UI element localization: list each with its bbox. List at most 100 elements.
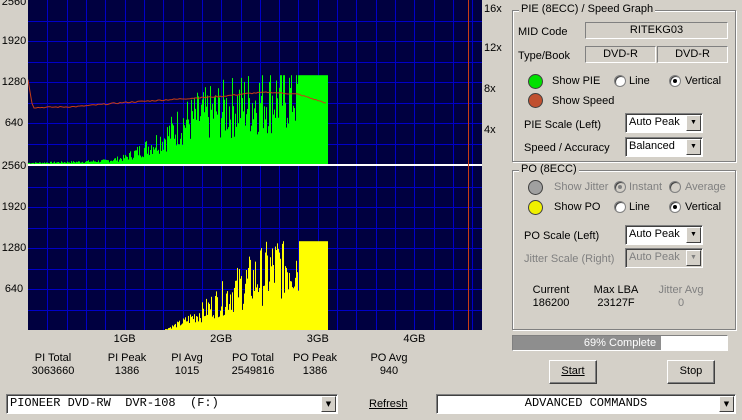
pie-bar xyxy=(247,108,248,164)
pie-bar xyxy=(111,160,112,164)
current-lba: Current 186200 xyxy=(516,284,586,310)
po-bar xyxy=(217,297,218,330)
pie-bar xyxy=(148,146,149,164)
po-bar xyxy=(243,303,244,330)
po-bar xyxy=(202,302,203,330)
pie-bar xyxy=(126,156,127,164)
pie-bar xyxy=(235,113,236,164)
po-bar xyxy=(197,316,198,330)
refresh-link[interactable]: Refresh xyxy=(369,398,408,410)
po-bar xyxy=(256,287,257,330)
po-vertical-radio[interactable] xyxy=(669,201,681,213)
pie-bar xyxy=(194,97,195,164)
po-bar xyxy=(224,314,225,330)
chevron-down-icon[interactable]: ▼ xyxy=(321,396,336,412)
pie-vertical-label: Vertical xyxy=(685,75,722,87)
po-bar xyxy=(212,316,213,330)
show-pie-label: Show PIE xyxy=(552,75,601,87)
po-bar xyxy=(258,292,259,330)
po-scale-select[interactable]: Auto Peak ▼ xyxy=(625,225,703,245)
pie-bar xyxy=(100,161,101,164)
po-vertical-label: Vertical xyxy=(685,201,722,213)
pie-bar xyxy=(141,157,142,164)
po-bar xyxy=(313,241,314,330)
disc-type-field: DVD-R xyxy=(585,46,656,63)
pie-bar xyxy=(104,159,105,164)
pie-bar xyxy=(313,75,314,164)
pie-bar xyxy=(261,95,262,164)
stop-button[interactable]: Stop xyxy=(667,360,715,384)
pie-bar xyxy=(167,127,168,164)
pie-bar xyxy=(102,159,103,164)
commands-select-value: ADVANCED COMMANDS xyxy=(524,396,648,410)
pie-bar xyxy=(324,75,325,164)
pie-bar xyxy=(135,150,136,164)
chevron-down-icon[interactable]: ▼ xyxy=(719,396,734,412)
pie-bar xyxy=(47,162,48,164)
jitter-avg-label: Jitter Avg xyxy=(658,284,704,296)
pie-bar xyxy=(212,103,213,164)
pie-bar xyxy=(308,75,309,164)
pie-bar xyxy=(294,108,295,164)
chevron-down-icon[interactable]: ▼ xyxy=(686,227,701,243)
pie-bar xyxy=(290,88,291,164)
po-bar xyxy=(294,286,295,330)
x-tick: 1GB xyxy=(113,333,136,345)
po-bar xyxy=(201,322,202,330)
pie-bar xyxy=(151,145,152,164)
pie-bar xyxy=(232,78,233,164)
pie-scale-select[interactable]: Auto Peak ▼ xyxy=(625,113,703,133)
stat-po-total: PO Total 2549816 xyxy=(218,352,288,378)
jitter-scale-value: Auto Peak xyxy=(629,251,680,263)
commands-select[interactable]: ADVANCED COMMANDS ▼ xyxy=(436,394,736,414)
po-bar xyxy=(248,267,249,330)
pie-bar xyxy=(233,106,234,164)
pie-bar xyxy=(250,131,251,164)
pie-bar xyxy=(321,75,322,164)
pie-bar xyxy=(312,75,313,164)
pie-bar xyxy=(307,75,308,164)
po-bar xyxy=(249,256,250,330)
po-line-radio[interactable] xyxy=(614,201,626,213)
pie-bar xyxy=(283,75,284,164)
progress-text: 69% Complete xyxy=(583,337,657,349)
po-bar xyxy=(178,322,179,330)
show-jitter-label: Show Jitter xyxy=(554,181,609,193)
pie-bar xyxy=(142,156,143,164)
speed-color-icon[interactable] xyxy=(528,93,543,108)
po-bar xyxy=(200,318,201,330)
pie-bar xyxy=(115,158,116,164)
pie-bar xyxy=(224,99,225,164)
stat-value: 1386 xyxy=(302,365,328,377)
pie-bar xyxy=(229,106,230,164)
pie-bar xyxy=(204,112,205,164)
po-bar xyxy=(246,270,247,330)
start-button[interactable]: Start xyxy=(549,360,597,384)
mid-code-field: RITEKG03 xyxy=(585,22,728,39)
pie-bar xyxy=(311,75,312,164)
pie-bar xyxy=(109,162,110,164)
po-bar xyxy=(189,323,190,330)
pie-color-icon[interactable] xyxy=(528,74,543,89)
drive-select[interactable]: PIONEER DVD-RW DVR-108 (F:) ▼ xyxy=(6,394,338,414)
speed-accuracy-select[interactable]: Balanced ▼ xyxy=(625,137,703,157)
pie-vertical-radio[interactable] xyxy=(669,75,681,87)
pie-bar xyxy=(56,162,57,164)
po-bar xyxy=(292,287,293,330)
po-color-icon[interactable] xyxy=(528,200,543,215)
pie-line-radio[interactable] xyxy=(614,75,626,87)
po-bar xyxy=(166,329,167,330)
po-bar xyxy=(301,241,302,330)
pie-bar xyxy=(205,87,206,164)
jitter-instant-label: Instant xyxy=(629,181,663,193)
po-y-tick: 1280 xyxy=(1,242,27,254)
chevron-down-icon[interactable]: ▼ xyxy=(686,115,701,131)
pie-bar xyxy=(90,161,91,164)
chevron-down-icon[interactable]: ▼ xyxy=(686,139,701,155)
pie-bar xyxy=(170,138,171,164)
po-bar xyxy=(252,298,253,330)
po-bar xyxy=(291,281,292,330)
po-bar xyxy=(269,281,270,330)
pie-bar xyxy=(221,118,222,164)
pie-bar xyxy=(253,119,254,164)
